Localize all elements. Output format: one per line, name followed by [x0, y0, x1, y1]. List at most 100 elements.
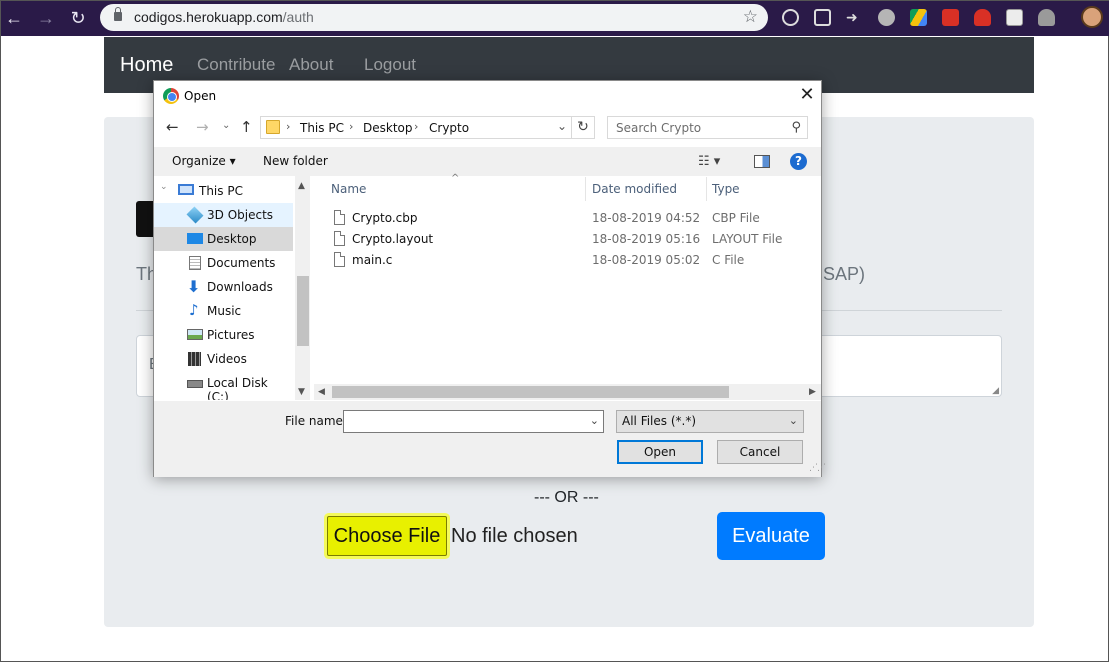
column-date-modified[interactable]: Date modified — [592, 182, 677, 196]
hand-extension-icon[interactable] — [974, 9, 991, 26]
nav-item-local-disk[interactable]: Local Disk (C:) — [154, 371, 293, 400]
speed-dial-icon[interactable] — [782, 9, 799, 26]
nav-pane-scroll-thumb[interactable] — [297, 276, 309, 346]
breadcrumb-this-pc[interactable]: This PC — [300, 121, 344, 135]
close-icon[interactable]: ✕ — [795, 84, 819, 106]
scroll-up-icon[interactable]: ▲ — [298, 181, 305, 191]
column-separator[interactable] — [706, 177, 707, 201]
chevron-right-icon: › — [414, 120, 419, 133]
dialog-footer: File name: ⌄ All Files (*.*) ⌄ Open Canc… — [154, 401, 826, 477]
screenshot-extension-icon[interactable] — [1006, 9, 1023, 26]
desktop-icon — [187, 233, 203, 244]
open-button[interactable]: Open — [617, 440, 703, 464]
search-placeholder: Search Crypto — [616, 121, 702, 135]
breadcrumb-desktop[interactable]: Desktop — [363, 121, 413, 135]
chevron-right-icon: › — [286, 120, 291, 133]
column-type[interactable]: Type — [712, 182, 740, 196]
choose-file-button[interactable]: Choose File — [327, 516, 447, 556]
open-file-dialog: Open ✕ ← → ⌄ ↑ › This PC › Desktop › Cry… — [153, 80, 826, 477]
description-text-right: SAP) — [823, 264, 866, 284]
navigation-pane: ⌄ This PC 3D Objects Desktop Documents ⬇… — [154, 176, 310, 400]
pocket-icon[interactable] — [814, 9, 831, 26]
refresh-icon[interactable]: ↻ — [572, 116, 595, 139]
nav-item-music[interactable]: ♪ Music — [154, 299, 293, 323]
or-separator: --- OR --- — [534, 489, 599, 506]
evaluate-button[interactable]: Evaluate — [717, 512, 825, 560]
browser-toolbar: ← → ↻ codigos.herokuapp.com/auth ☆ ➜ — [1, 1, 1109, 36]
graduation-cap-icon — [136, 201, 154, 237]
up-arrow-icon[interactable]: ↑ — [240, 118, 253, 136]
breadcrumb-crypto[interactable]: Crypto — [429, 121, 469, 135]
file-icon — [334, 231, 345, 246]
file-name-input[interactable]: ⌄ — [343, 410, 604, 433]
scroll-down-icon[interactable]: ▼ — [298, 387, 305, 397]
chevron-right-icon: › — [349, 120, 354, 133]
nav-item-videos[interactable]: Videos — [154, 347, 293, 371]
column-separator[interactable] — [585, 177, 586, 201]
nav-logout-link[interactable]: Logout — [364, 55, 416, 75]
file-row[interactable]: Crypto.layout 18-08-2019 05:16 LAYOUT Fi… — [330, 229, 810, 250]
new-folder-button[interactable]: New folder — [263, 154, 328, 168]
nav-item-downloads[interactable]: ⬇ Downloads — [154, 275, 293, 299]
scroll-left-icon[interactable]: ◀ — [318, 387, 325, 397]
address-bar[interactable]: codigos.herokuapp.com/auth ☆ — [100, 4, 768, 31]
music-icon: ♪ — [189, 301, 199, 319]
back-arrow-icon[interactable]: ← — [166, 118, 179, 136]
picture-icon — [187, 329, 203, 340]
nav-item-pictures[interactable]: Pictures — [154, 323, 293, 347]
view-options-icon[interactable]: ☷ ▾ — [698, 154, 720, 169]
command-bar: Organize ▾ New folder ☷ ▾ ? — [154, 147, 821, 176]
url-text: codigos.herokuapp.com/auth — [134, 9, 314, 25]
search-input[interactable]: Search Crypto ⚲ — [607, 116, 808, 139]
nav-about-link[interactable]: About — [289, 55, 333, 75]
chevron-down-icon: ⌄ — [788, 414, 798, 427]
google-drive-icon[interactable] — [910, 9, 927, 26]
search-icon: ⚲ — [791, 120, 801, 135]
incognito-icon[interactable] — [1038, 9, 1055, 26]
file-row[interactable]: Crypto.cbp 18-08-2019 04:52 CBP File — [330, 208, 810, 229]
chevron-down-icon[interactable]: ⌄ — [590, 414, 599, 427]
computer-icon — [178, 184, 194, 195]
nav-item-3d-objects[interactable]: 3D Objects — [154, 203, 293, 227]
column-name[interactable]: Name — [331, 182, 366, 196]
address-breadcrumb[interactable]: › This PC › Desktop › Crypto ⌄ — [260, 116, 572, 139]
share-arrow-icon[interactable]: ➜ — [846, 9, 863, 26]
disk-icon — [187, 380, 203, 388]
video-extension-icon[interactable] — [942, 9, 959, 26]
preview-pane-icon[interactable] — [754, 155, 770, 168]
chevron-down-icon[interactable]: ⌄ — [557, 119, 567, 133]
file-row[interactable]: main.c 18-08-2019 05:02 C File — [330, 250, 810, 271]
download-icon: ⬇ — [187, 277, 201, 296]
file-icon — [334, 210, 345, 225]
file-icon — [334, 252, 345, 267]
nav-home-link[interactable]: Home — [120, 54, 173, 77]
forward-arrow-icon[interactable]: → — [35, 7, 57, 29]
help-icon[interactable]: ? — [790, 153, 807, 170]
dialog-title: Open — [184, 89, 217, 103]
cube-icon — [186, 206, 204, 224]
resize-handle-icon[interactable]: ◢ — [992, 385, 999, 396]
file-name-label: File name: — [285, 414, 347, 428]
document-icon — [189, 256, 201, 270]
resize-grip-icon[interactable]: ⋰⋰ — [809, 463, 826, 473]
extension-icon[interactable] — [878, 9, 895, 26]
bookmark-star-icon[interactable]: ☆ — [743, 7, 758, 27]
folder-icon — [266, 120, 280, 134]
chrome-icon — [163, 88, 179, 104]
profile-avatar[interactable] — [1081, 6, 1103, 28]
scroll-right-icon[interactable]: ▶ — [809, 387, 816, 397]
nav-contribute-link[interactable]: Contribute — [197, 55, 275, 75]
recent-locations-chevron-icon[interactable]: ⌄ — [222, 120, 230, 131]
file-type-filter[interactable]: All Files (*.*) ⌄ — [616, 410, 804, 433]
file-list-scroll-thumb[interactable] — [332, 386, 729, 398]
reload-icon[interactable]: ↻ — [67, 7, 89, 29]
cancel-button[interactable]: Cancel — [717, 440, 803, 464]
sort-up-icon: ^ — [451, 173, 460, 184]
nav-item-this-pc[interactable]: This PC — [154, 179, 293, 203]
organize-button[interactable]: Organize ▾ — [172, 154, 236, 168]
back-arrow-icon[interactable]: ← — [3, 7, 25, 29]
nav-item-desktop[interactable]: Desktop — [154, 227, 293, 251]
nav-item-documents[interactable]: Documents — [154, 251, 293, 275]
forward-arrow-icon[interactable]: → — [196, 118, 209, 136]
video-icon — [188, 352, 201, 366]
